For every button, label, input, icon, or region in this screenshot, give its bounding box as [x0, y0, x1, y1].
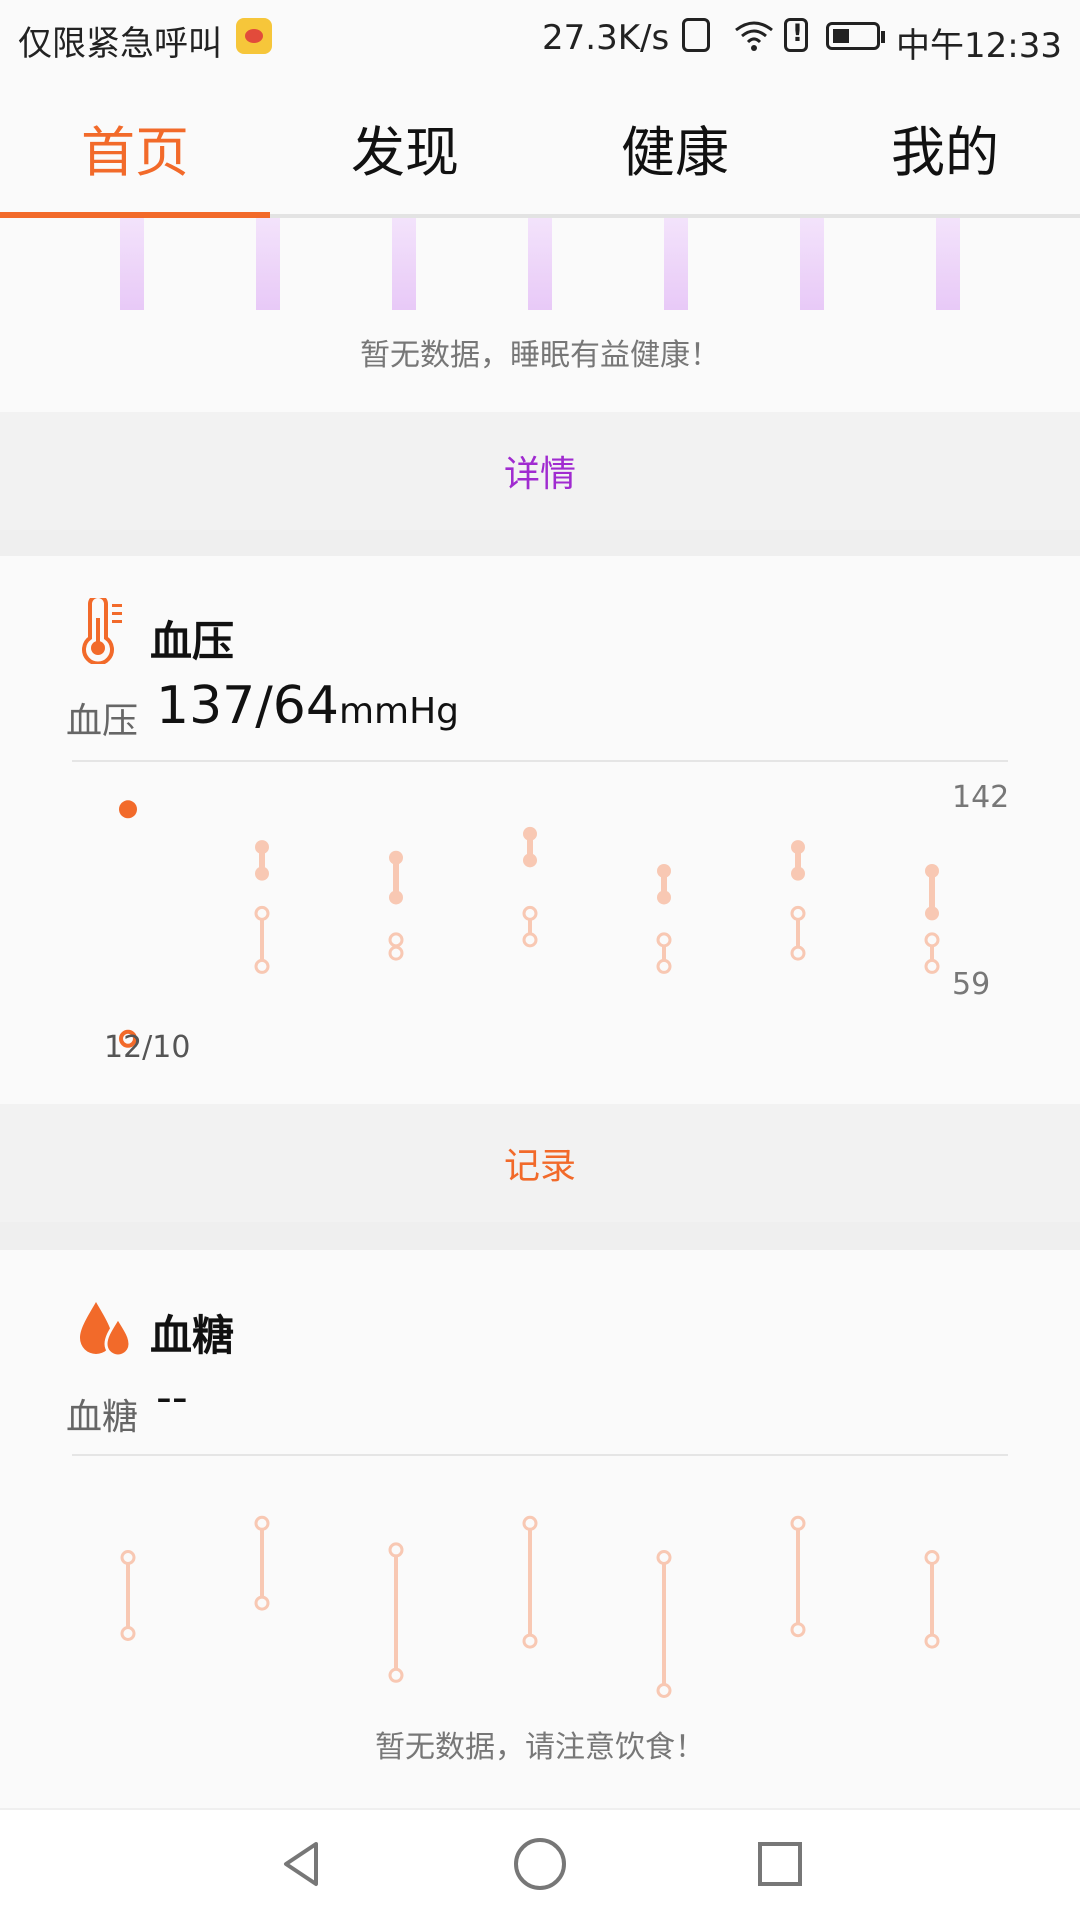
blood-pressure-reading: 137/64mmHg — [156, 676, 459, 736]
diastolic-range-point — [790, 945, 806, 961]
vibrate-icon — [682, 18, 710, 52]
diastolic-range-point — [522, 932, 538, 948]
sugar-range-point — [388, 1542, 404, 1558]
divider — [72, 1454, 1008, 1456]
weibo-icon — [236, 18, 272, 54]
alert-icon — [784, 18, 808, 52]
diastolic-range-point — [254, 905, 270, 921]
systolic-range-point — [255, 840, 269, 855]
droplets-icon — [80, 1302, 132, 1358]
sugar-range-point — [388, 1667, 404, 1683]
tab-discover[interactable]: 发现 — [270, 76, 540, 218]
blood-sugar-label: 血糖 — [66, 1397, 139, 1438]
systolic-range-point — [389, 890, 403, 905]
sugar-range-point — [790, 1515, 806, 1531]
systolic-range-point — [255, 866, 269, 881]
diastolic-range-point — [388, 945, 404, 961]
diastolic-range-point — [254, 958, 270, 974]
diastolic-range-point — [656, 932, 672, 948]
divider — [72, 760, 1008, 762]
sleep-details-button[interactable]: 详情 — [0, 412, 1080, 530]
sugar-range-point — [656, 1550, 672, 1565]
systolic-range-point — [523, 826, 537, 841]
systolic-range-point — [925, 863, 939, 878]
blood-pressure-value: 137/64 — [156, 676, 339, 736]
diastolic-range-point — [790, 905, 806, 921]
axis-max-label: 142 — [952, 780, 1010, 815]
record-button[interactable]: 记录 — [0, 1104, 1080, 1222]
systolic-point — [119, 800, 137, 819]
systolic-range-point — [925, 906, 939, 921]
carrier-text: 仅限紧急呼叫 — [18, 24, 222, 64]
sleep-bar — [120, 218, 144, 310]
sugar-range-point — [254, 1595, 270, 1611]
blood-pressure-unit: mmHg — [338, 691, 460, 732]
blood-sugar-empty-text: 暂无数据，请注意饮食！ — [375, 1730, 705, 1765]
sleep-bar — [800, 218, 824, 310]
systolic-range-point — [791, 840, 805, 855]
thermometer-icon — [82, 598, 122, 664]
sugar-range-point — [522, 1515, 538, 1531]
blood-sugar-title: 血糖 — [150, 1311, 235, 1360]
tab-mine[interactable]: 我的 — [810, 76, 1080, 218]
systolic-range-point — [657, 863, 671, 878]
network-speed: 27.3K/s — [542, 18, 670, 58]
sugar-range-point — [120, 1550, 136, 1565]
date-label: 12/10 — [104, 1030, 191, 1065]
sleep-bar — [256, 218, 280, 310]
systolic-range-point — [791, 866, 805, 881]
sleep-empty-text: 暂无数据，睡眠有益健康！ — [360, 338, 720, 373]
clock: 中午12:33 — [896, 26, 1062, 66]
tab-home[interactable]: 首页 — [0, 76, 270, 218]
sugar-range-point — [790, 1622, 806, 1638]
sugar-range-point — [924, 1550, 940, 1565]
back-icon[interactable] — [276, 1838, 328, 1890]
wifi-icon — [735, 21, 773, 51]
battery-icon — [826, 22, 885, 50]
home-icon[interactable] — [514, 1838, 566, 1890]
status-bar: 仅限紧急呼叫 27.3K/s 中午12:33 — [0, 0, 1080, 76]
sugar-range-point — [656, 1683, 672, 1698]
tab-health[interactable]: 健康 — [540, 76, 810, 218]
blood-pressure-label: 血压 — [66, 701, 139, 742]
systolic-range-point — [523, 853, 537, 868]
sugar-range-point — [522, 1633, 538, 1649]
sleep-bar — [664, 218, 688, 310]
blood-pressure-chart — [119, 800, 940, 1048]
diastolic-range-point — [388, 932, 404, 948]
sugar-range-point — [924, 1633, 940, 1649]
systolic-range-point — [389, 850, 403, 865]
axis-min-label: 59 — [952, 967, 991, 1002]
sleep-bar — [528, 218, 552, 310]
sugar-range-point — [254, 1515, 270, 1531]
blood-sugar-chart — [120, 1515, 940, 1698]
sleep-bar — [392, 218, 416, 310]
diastolic-range-point — [924, 958, 940, 974]
systolic-range-point — [657, 890, 671, 905]
diastolic-range-point — [522, 905, 538, 921]
tab-bar: 首页 发现 健康 我的 — [0, 76, 1080, 218]
recents-icon[interactable] — [758, 1842, 802, 1886]
sugar-range-point — [120, 1626, 136, 1641]
diastolic-range-point — [656, 958, 672, 974]
blood-sugar-value: -- — [156, 1372, 188, 1423]
diastolic-range-point — [924, 932, 940, 948]
blood-pressure-title: 血压 — [150, 617, 235, 666]
sleep-bar — [936, 218, 960, 310]
